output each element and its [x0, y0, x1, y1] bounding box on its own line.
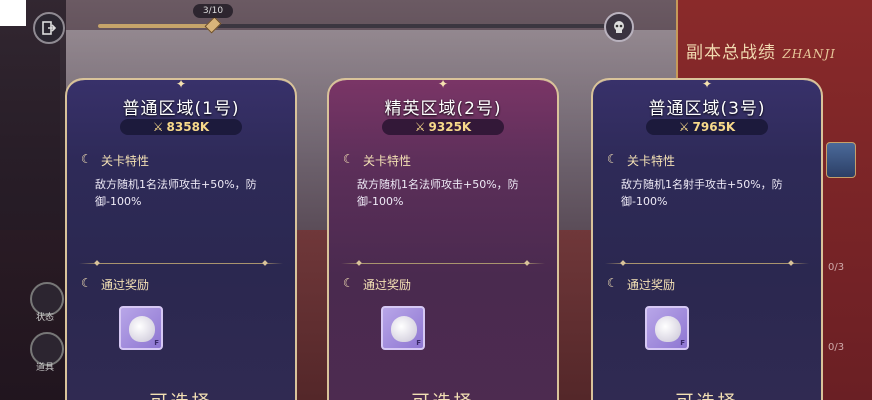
reward-title: 通过奖励	[363, 278, 412, 292]
crescent-moon-icon: ☾	[81, 276, 92, 290]
trait-description: 敌方随机1名法师攻击+50%，防御-100%	[95, 178, 257, 208]
crescent-moon-icon: ☾	[607, 152, 618, 166]
pouch-icon	[655, 316, 681, 342]
power-value: 8358K	[166, 120, 210, 134]
exit-button[interactable]	[33, 12, 65, 44]
item-label: 道具	[36, 363, 55, 373]
reward-title: 通过奖励	[627, 278, 676, 292]
power-badge: ⚔ 9325K	[382, 119, 504, 135]
power-badge: ⚔ 8358K	[120, 119, 242, 135]
status-label: 状态	[36, 313, 55, 323]
record-title-en: ZHANJI	[782, 47, 836, 61]
top-left-white-block	[0, 0, 26, 26]
boss-node[interactable]	[604, 12, 634, 42]
record-panel-title: 副本总战绩 ZHANJI	[686, 38, 836, 63]
stage-progress-bar	[98, 24, 608, 28]
record-count: 0/3	[828, 262, 845, 273]
reward-tag: F	[680, 339, 685, 347]
crescent-moon-icon: ☾	[81, 152, 92, 166]
reward-item[interactable]: F	[381, 306, 425, 350]
crescent-moon-icon: ☾	[343, 276, 354, 290]
stage-card-1[interactable]: ✦ 普通区域(1号) ⚔ 8358K ☾ 关卡特性 敌方随机1名法师攻击+50%，…	[65, 78, 297, 400]
stage-card-3[interactable]: ✦ 普通区域(3号) ⚔ 7965K ☾ 关卡特性 敌方随机1名射手攻击+50%，…	[591, 78, 823, 400]
star-icon: ✦	[438, 78, 449, 91]
crossed-swords-icon: ⚔	[678, 120, 690, 134]
trait-description: 敌方随机1名法师攻击+50%，防御-100%	[357, 178, 519, 208]
reward-item[interactable]: F	[119, 306, 163, 350]
crescent-moon-icon: ☾	[343, 152, 354, 166]
exit-icon	[42, 21, 57, 35]
reward-tag: F	[154, 339, 159, 347]
card-divider	[605, 263, 809, 264]
star-icon: ✦	[702, 78, 713, 91]
select-label[interactable]: 可选择	[593, 388, 821, 400]
reward-item[interactable]: F	[645, 306, 689, 350]
treasure-chest-icon[interactable]	[826, 142, 856, 178]
power-value: 9325K	[428, 120, 472, 134]
card-title: 普通区域(3号)	[648, 99, 766, 119]
skull-icon	[614, 21, 624, 33]
progress-label: 3/10	[193, 4, 233, 18]
trait-title: 关卡特性	[101, 154, 150, 168]
trait-title: 关卡特性	[363, 154, 412, 168]
card-title: 普通区域(1号)	[122, 99, 240, 119]
select-label[interactable]: 可选择	[329, 388, 557, 400]
card-title: 精英区域(2号)	[384, 99, 502, 119]
card-divider	[341, 263, 545, 264]
progress-fill	[98, 24, 211, 28]
trait-title: 关卡特性	[627, 154, 676, 168]
crossed-swords-icon: ⚔	[414, 120, 426, 134]
record-title-text: 副本总战绩	[686, 43, 776, 63]
crossed-swords-icon: ⚔	[152, 120, 164, 134]
power-value: 7965K	[692, 120, 736, 134]
power-badge: ⚔ 7965K	[646, 119, 768, 135]
star-icon: ✦	[176, 78, 187, 91]
trait-description: 敌方随机1名射手攻击+50%，防御-100%	[621, 178, 783, 208]
crescent-moon-icon: ☾	[607, 276, 618, 290]
reward-tag: F	[416, 339, 421, 347]
pouch-icon	[391, 316, 417, 342]
pouch-icon	[129, 316, 155, 342]
card-divider	[79, 263, 283, 264]
record-count: 0/3	[828, 342, 845, 353]
reward-title: 通过奖励	[101, 278, 150, 292]
select-label[interactable]: 可选择	[67, 388, 295, 400]
stage-card-2[interactable]: ✦ 精英区域(2号) ⚔ 9325K ☾ 关卡特性 敌方随机1名法师攻击+50%，…	[327, 78, 559, 400]
